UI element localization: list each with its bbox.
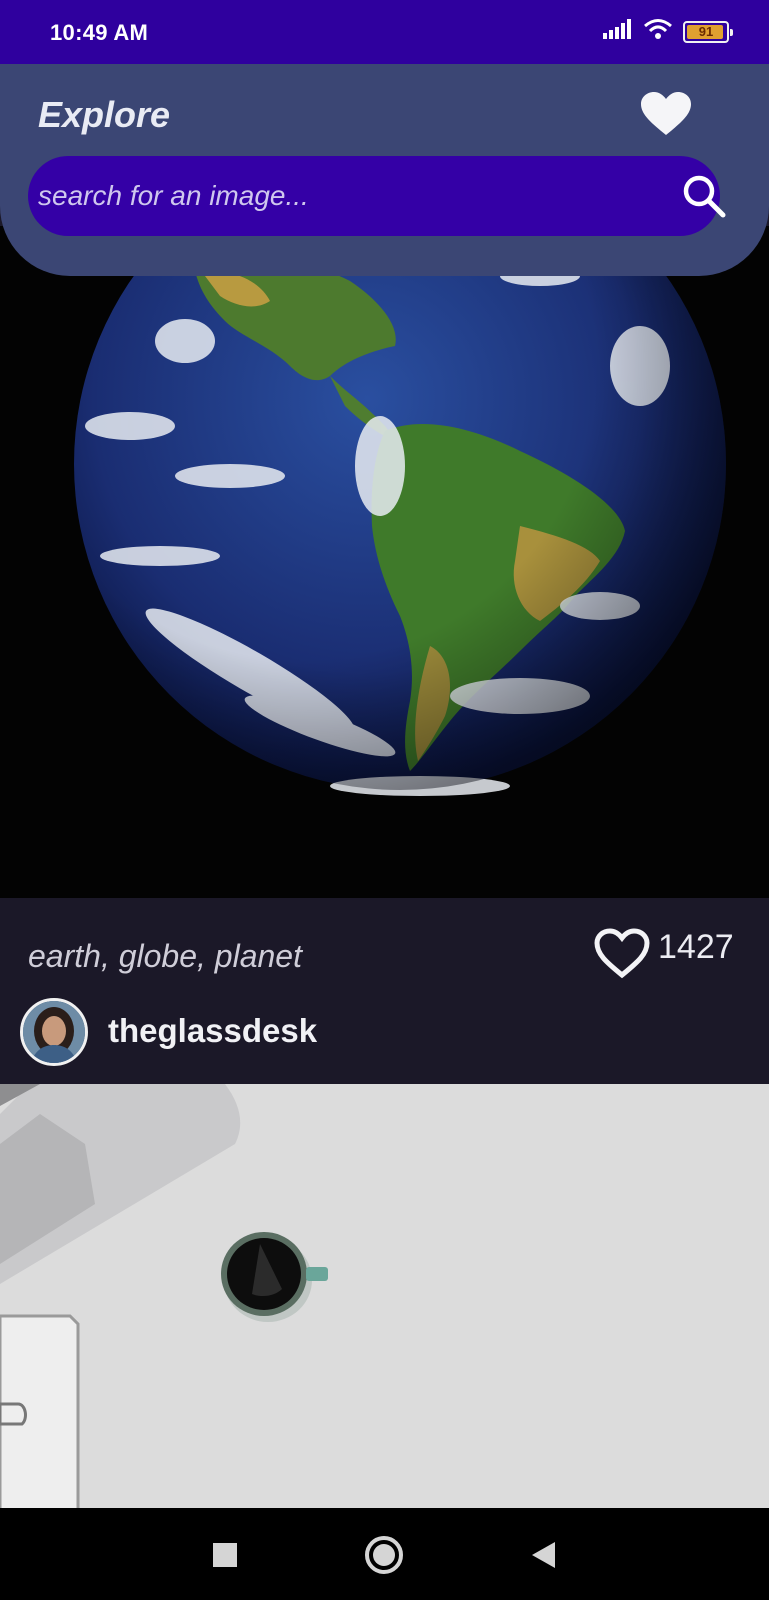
home-circle-icon: [365, 1536, 403, 1574]
search-button[interactable]: [678, 170, 730, 222]
post-image-desk[interactable]: [0, 1084, 769, 1508]
like-count: 1427: [658, 928, 734, 966]
heart-icon: [641, 92, 691, 135]
favorites-button[interactable]: [636, 86, 696, 142]
battery-icon: 91: [683, 20, 733, 43]
system-nav-bar: [0, 1508, 769, 1600]
avatar[interactable]: [20, 998, 88, 1066]
heart-outline-icon: [594, 928, 650, 979]
signal-icon: [603, 19, 633, 44]
status-icons: 91: [603, 18, 733, 45]
app-header: Explore: [0, 64, 769, 276]
status-time: 10:49 AM: [50, 20, 149, 45]
recents-button[interactable]: [200, 1530, 250, 1580]
page-title: Explore: [38, 94, 171, 135]
home-button[interactable]: [359, 1530, 409, 1580]
wifi-icon: [643, 18, 673, 45]
like-button[interactable]: [592, 924, 652, 984]
image-feed[interactable]: earth, globe, planet 1427 theglassdesk: [0, 226, 769, 1508]
post-tags: earth, globe, planet: [28, 938, 302, 974]
search-bar: [28, 156, 726, 236]
search-icon: [683, 175, 726, 218]
back-button[interactable]: [518, 1530, 568, 1580]
post-image-earth[interactable]: [0, 226, 769, 898]
battery-level: 91: [698, 24, 714, 39]
back-triangle-icon: [532, 1542, 555, 1568]
post-username[interactable]: theglassdesk: [108, 1012, 317, 1050]
recents-square-icon: [213, 1543, 237, 1567]
post-meta: earth, globe, planet 1427 theglassdesk: [0, 898, 769, 1084]
search-input[interactable]: [38, 166, 638, 226]
status-bar: 10:49 AM 91: [0, 0, 769, 64]
